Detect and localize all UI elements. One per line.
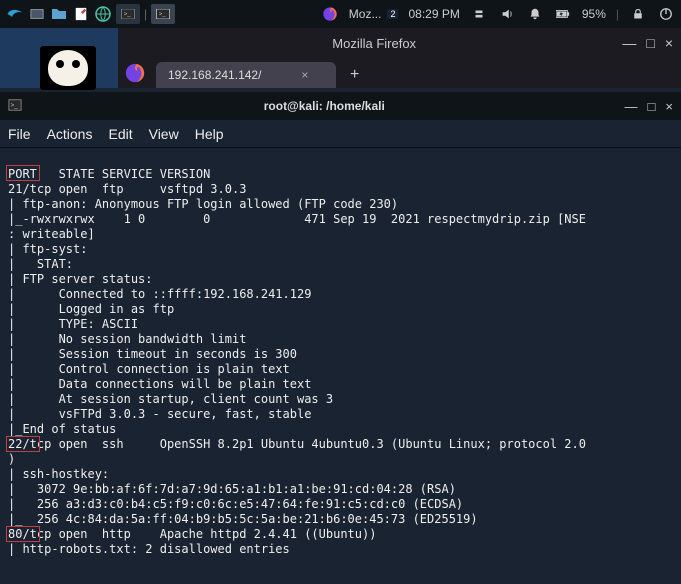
- power-icon[interactable]: [657, 5, 675, 23]
- terminal-line: | Control connection is plain text: [8, 362, 290, 376]
- tab-close-icon[interactable]: ×: [301, 68, 308, 82]
- terminal-line: | At session startup, client count was 3: [8, 392, 333, 406]
- tab-label: 192.168.241.142/: [168, 68, 261, 82]
- svg-text:>_: >_: [11, 102, 19, 109]
- avatar-image: [40, 46, 96, 90]
- firefox-window: Mozilla Firefox — □ × 192.168.241.142/ ×…: [118, 28, 681, 88]
- terminal-app-2[interactable]: >_: [151, 4, 175, 24]
- system-taskbar: >_ | >_ Moz... 2 08:29 PM 95% |: [0, 0, 681, 28]
- terminal-line: | STAT:: [8, 257, 73, 271]
- terminal-line: ): [8, 452, 15, 466]
- files-icon[interactable]: [50, 5, 68, 23]
- terminal-line: | Connected to ::ffff:192.168.241.129: [8, 287, 311, 301]
- kali-logo-icon[interactable]: [6, 5, 24, 23]
- terminal-line: | Data connections will be plain text: [8, 377, 311, 391]
- terminal-line: | 3072 9e:bb:af:6f:7d:a7:9d:65:a1:b1:a1:…: [8, 482, 456, 496]
- terminal-line: | Session timeout in seconds is 300: [8, 347, 297, 361]
- terminal-line: |_End of status: [8, 422, 116, 436]
- terminal-line: | ssh-hostkey:: [8, 467, 109, 481]
- svg-text:>_: >_: [159, 12, 166, 18]
- svg-text:>_: >_: [124, 12, 131, 18]
- terminal-line: 80/tcp open http Apache httpd 2.4.41 ((U…: [8, 527, 376, 541]
- globe-icon[interactable]: [94, 5, 112, 23]
- firefox-minimize-button[interactable]: —: [622, 35, 636, 51]
- firefox-title: Mozilla Firefox: [126, 36, 622, 51]
- menu-help[interactable]: Help: [195, 126, 224, 142]
- notification-icon[interactable]: [526, 5, 544, 23]
- terminal-line: | FTP server status:: [8, 272, 153, 286]
- terminal-line: PORT STATE SERVICE VERSION: [8, 167, 210, 181]
- terminal-line: | ftp-anon: Anonymous FTP login allowed …: [8, 197, 398, 211]
- terminal-line: : writeable]: [8, 227, 95, 241]
- terminal-line: | ftp-syst:: [8, 242, 87, 256]
- terminal-line: | http-robots.txt: 2 disallowed entries: [8, 542, 290, 556]
- menu-file[interactable]: File: [8, 126, 31, 142]
- firefox-logo-icon[interactable]: [124, 62, 146, 84]
- firefox-maximize-button[interactable]: □: [646, 35, 654, 51]
- terminal-line: 22/tcp open ssh OpenSSH 8.2p1 Ubuntu 4ub…: [8, 437, 586, 451]
- terminal-window: >_ root@kali: /home/kali — □ × File Acti…: [0, 92, 681, 584]
- volume-icon[interactable]: [498, 5, 516, 23]
- new-tab-button[interactable]: +: [340, 62, 369, 88]
- terminal-title: root@kali: /home/kali: [24, 99, 625, 113]
- editor-icon[interactable]: [72, 5, 90, 23]
- firefox-taskbar-icon[interactable]: [321, 5, 339, 23]
- menu-actions[interactable]: Actions: [47, 126, 93, 142]
- terminal-menubar: File Actions Edit View Help: [0, 120, 681, 148]
- terminal-app-1[interactable]: >_: [116, 4, 140, 24]
- terminal-minimize-button[interactable]: —: [625, 99, 638, 114]
- lock-icon[interactable]: [629, 5, 647, 23]
- firefox-label[interactable]: Moz...: [349, 7, 382, 21]
- clock: 08:29 PM: [408, 7, 459, 21]
- terminal-maximize-button[interactable]: □: [648, 99, 656, 114]
- battery-percent: 95%: [582, 7, 606, 21]
- menu-view[interactable]: View: [149, 126, 179, 142]
- terminal-line: | TYPE: ASCII: [8, 317, 138, 331]
- terminal-line: | Logged in as ftp: [8, 302, 174, 316]
- menu-edit[interactable]: Edit: [108, 126, 132, 142]
- browser-tab[interactable]: 192.168.241.142/ ×: [156, 62, 336, 88]
- terminal-line: |_ 256 4c:84:da:5a:ff:04:b9:b5:5c:5a:be:…: [8, 512, 478, 526]
- terminal-close-button[interactable]: ×: [665, 99, 673, 114]
- terminal-line: | 256 a3:d3:c0:b4:c5:f9:c0:6c:e5:47:64:f…: [8, 497, 463, 511]
- terminal-title-icon: >_: [8, 98, 24, 114]
- terminal-line: | No session bandwidth limit: [8, 332, 246, 346]
- terminal-line: | vsFTPd 3.0.3 - secure, fast, stable: [8, 407, 311, 421]
- terminal-line: |_-rwxrwxrwx 1 0 0 471 Sep 19 2021 respe…: [8, 212, 586, 226]
- terminal-line: 21/tcp open ftp vsftpd 3.0.3: [8, 182, 246, 196]
- firefox-close-button[interactable]: ×: [665, 35, 673, 51]
- terminal-output[interactable]: PORT STATE SERVICE VERSION 21/tcp open f…: [0, 148, 681, 584]
- network-icon[interactable]: [470, 5, 488, 23]
- firefox-badge: 2: [387, 9, 398, 19]
- panel-icon[interactable]: [28, 5, 46, 23]
- battery-icon: [554, 5, 572, 23]
